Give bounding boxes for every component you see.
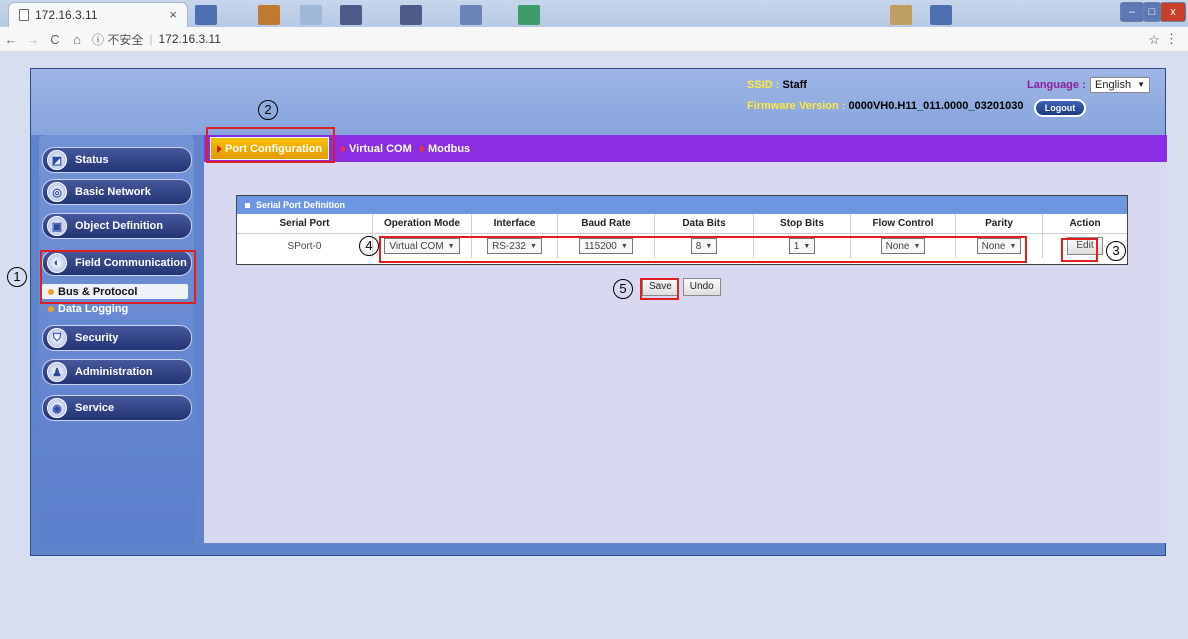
taskbar-icon [930, 5, 952, 25]
arrow-icon [341, 144, 346, 153]
column-header: Stop Bits [754, 214, 851, 233]
annotation-box-save [640, 278, 679, 300]
serial-port-cell: SPort-0 [237, 234, 373, 258]
forward-icon[interactable]: → [22, 32, 44, 47]
taskbar-icon [258, 5, 280, 25]
taskbar-icon [460, 5, 482, 25]
reload-icon[interactable]: C [44, 32, 66, 47]
firmware-info: Firmware Version : 0000VH0.H11_011.0000_… [747, 100, 1024, 112]
ssid-value: Staff [782, 79, 807, 91]
bullet-icon [245, 202, 250, 208]
bookmark-star-icon[interactable]: ☆ [1148, 32, 1160, 48]
annotation-number-4: 4 [359, 236, 379, 256]
browser-tabbar: 172.16.3.11 × – □ x [0, 0, 1188, 27]
admin-icon: ♟ [47, 362, 67, 382]
language-label: Language : [1027, 79, 1086, 91]
router-ui-frame: SSID : Staff Firmware Version : 0000VH0.… [30, 68, 1167, 556]
column-header: Interface [472, 214, 558, 233]
home-icon[interactable]: ⌂ [66, 32, 88, 47]
section-title: Serial Port Definition [237, 196, 1127, 214]
column-header: Flow Control [851, 214, 956, 233]
network-icon: ◎ [47, 182, 67, 202]
taskbar-icon [518, 5, 540, 25]
main-content: Port Configuration Virtual COM Modbus Se… [204, 135, 1167, 543]
sidebar-item-object-definition[interactable]: ▣ Object Definition [42, 213, 192, 239]
tab-close-icon[interactable]: × [169, 7, 177, 22]
annotation-number-5: 5 [613, 279, 633, 299]
annotation-box-field-communication [40, 250, 196, 304]
table-header: Serial Port Operation Mode Interface Bau… [237, 214, 1127, 234]
browser-tab[interactable]: 172.16.3.11 × [8, 2, 188, 27]
sidebar-item-status[interactable]: ◩ Status [42, 147, 192, 173]
column-header: Baud Rate [558, 214, 655, 233]
taskbar-icon [890, 5, 912, 25]
ssid-info: SSID : Staff [747, 79, 807, 91]
language-select[interactable]: English ▼ [1090, 77, 1150, 93]
security-indicator[interactable]: ⓘ 不安全 [92, 31, 143, 48]
annotation-number-1: 1 [7, 267, 27, 287]
close-window-button[interactable]: x [1160, 2, 1186, 22]
column-header: Action [1069, 218, 1101, 229]
sidebar-item-security[interactable]: ⛉ Security [42, 325, 192, 351]
annotation-box-row-settings [379, 236, 1027, 263]
shield-icon: ⛉ [47, 328, 67, 348]
annotation-box-port-configuration [206, 127, 335, 163]
address-bar: ← → C ⌂ ⓘ 不安全 | 172.16.3.11 ☆ ⋮ [0, 27, 1188, 52]
tab-modbus[interactable]: Modbus [420, 137, 470, 160]
firmware-value: 0000VH0.H11_011.0000_03201030 [848, 100, 1024, 112]
column-header: Parity [956, 214, 1043, 233]
taskbar-icon [195, 5, 217, 25]
tab-virtual-com[interactable]: Virtual COM [341, 137, 412, 160]
annotation-box-edit [1061, 238, 1098, 262]
column-header: Operation Mode [373, 214, 472, 233]
maximize-button[interactable]: □ [1143, 2, 1161, 22]
logout-button[interactable]: Logout [1034, 99, 1086, 117]
url-input[interactable]: 172.16.3.11 [158, 32, 221, 46]
minimize-button[interactable]: – [1120, 2, 1144, 22]
taskbar-icon [340, 5, 362, 25]
column-header: Serial Port [237, 214, 373, 233]
back-icon[interactable]: ← [0, 32, 22, 47]
annotation-number-2: 2 [258, 100, 278, 120]
chevron-down-icon: ▼ [1137, 80, 1145, 89]
undo-button[interactable]: Undo [682, 278, 721, 296]
page-header: SSID : Staff Firmware Version : 0000VH0.… [31, 69, 1165, 135]
taskbar-icon [400, 5, 422, 25]
sidebar: ◩ Status ◎ Basic Network ▣ Object Definitio… [39, 135, 194, 543]
browser-menu-icon[interactable]: ⋮ [1165, 31, 1178, 47]
tab-title: 172.16.3.11 [35, 8, 98, 22]
arrow-icon [420, 144, 425, 153]
sidebar-item-basic-network[interactable]: ◎ Basic Network [42, 179, 192, 205]
bullet-icon [48, 305, 54, 312]
taskbar-icon [300, 5, 322, 25]
status-icon: ◩ [47, 150, 67, 170]
column-header: Data Bits [655, 214, 754, 233]
address-divider: | [149, 32, 153, 46]
sidebar-item-administration[interactable]: ♟ Administration [42, 359, 192, 385]
object-icon: ▣ [47, 216, 67, 236]
annotation-number-3: 3 [1106, 241, 1126, 261]
page-icon [19, 9, 29, 21]
tab-strip: Port Configuration Virtual COM Modbus [204, 135, 1167, 162]
service-icon: ◉ [47, 398, 67, 418]
content-panel: Serial Port Definition Serial Port Opera… [204, 162, 1167, 543]
sidebar-item-service[interactable]: ◉ Service [42, 395, 192, 421]
